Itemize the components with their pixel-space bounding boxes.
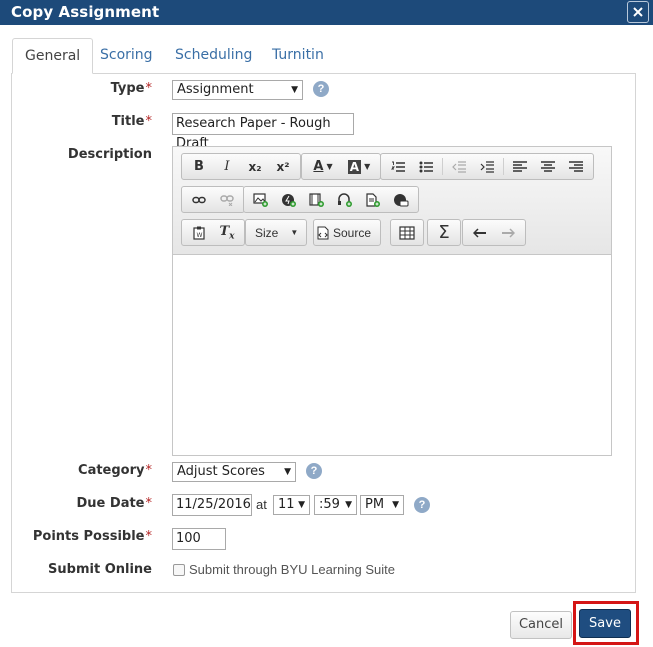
basic-style-group: B I x₂ x² xyxy=(181,153,301,180)
chevron-down-icon: ▼ xyxy=(392,500,399,510)
source-button[interactable]: Source xyxy=(313,219,382,246)
cancel-button[interactable]: Cancel xyxy=(510,611,572,639)
tab-scoring[interactable]: Scoring xyxy=(88,38,165,74)
undo-icon[interactable] xyxy=(466,221,494,244)
link-icon[interactable] xyxy=(185,188,213,211)
type-label: Type* xyxy=(110,81,152,96)
numbered-list-icon[interactable] xyxy=(384,155,412,178)
editor-content-area[interactable] xyxy=(173,256,611,455)
description-label: Description xyxy=(67,147,152,162)
color-group: A ▼ A ▼ xyxy=(301,153,381,180)
text-color-button[interactable]: A ▼ xyxy=(305,155,341,178)
points-label: Points Possible* xyxy=(32,529,152,544)
description-editor: B I x₂ x² A ▼ A ▼ W Tx Size ▼ Source Σ xyxy=(172,146,612,456)
insert-image-icon[interactable] xyxy=(247,188,275,211)
sigma-icon: Σ xyxy=(438,222,450,243)
tab-scheduling[interactable]: Scheduling xyxy=(163,38,264,74)
superscript-button[interactable]: x² xyxy=(269,155,297,178)
type-select[interactable]: Assignment ▼ xyxy=(172,80,303,100)
submit-online-checkbox[interactable] xyxy=(173,564,185,576)
svg-text:W: W xyxy=(197,232,203,239)
chevron-down-icon: ▼ xyxy=(345,500,352,510)
insert-document-icon[interactable] xyxy=(359,188,387,211)
category-select[interactable]: Adjust Scores ▼ xyxy=(172,462,296,482)
table-button[interactable] xyxy=(390,219,424,246)
chevron-down-icon: ▼ xyxy=(284,467,291,477)
type-help-icon[interactable]: ? xyxy=(313,81,329,97)
due-date-help-icon[interactable]: ? xyxy=(414,497,430,513)
italic-button[interactable]: I xyxy=(213,155,241,178)
chevron-down-icon: ▼ xyxy=(326,162,333,171)
title-label: Title* xyxy=(111,114,152,129)
close-icon xyxy=(633,7,643,17)
redo-icon[interactable] xyxy=(494,221,522,244)
category-help-icon[interactable]: ? xyxy=(306,463,322,479)
size-dropdown[interactable]: Size ▼ xyxy=(245,219,307,246)
remove-format-icon[interactable]: Tx xyxy=(213,221,241,244)
close-button[interactable] xyxy=(627,1,649,23)
submit-online-label: Submit Online xyxy=(48,562,152,577)
bold-button[interactable]: B xyxy=(185,155,213,178)
save-button[interactable]: Save xyxy=(579,609,631,638)
insert-embed-icon[interactable] xyxy=(387,188,415,211)
unlink-icon[interactable] xyxy=(213,188,241,211)
dialog-titlebar: Copy Assignment xyxy=(0,0,653,25)
points-input[interactable]: 100 xyxy=(172,528,226,550)
editor-toolbar: B I x₂ x² A ▼ A ▼ W Tx Size ▼ Source Σ xyxy=(173,147,611,255)
chevron-down-icon: ▼ xyxy=(290,228,299,237)
paste-word-icon[interactable]: W xyxy=(185,221,213,244)
insert-flash-icon[interactable] xyxy=(275,188,303,211)
chevron-down-icon: ▼ xyxy=(298,500,305,510)
due-date-input[interactable]: 11/25/2016 xyxy=(172,494,252,516)
background-color-button[interactable]: A ▼ xyxy=(341,155,377,178)
dialog-title: Copy Assignment xyxy=(11,3,160,21)
at-text: at xyxy=(256,497,267,512)
source-icon xyxy=(317,226,329,239)
category-label: Category* xyxy=(78,463,152,478)
table-icon xyxy=(393,221,421,244)
ampm-select[interactable]: PM ▼ xyxy=(360,495,404,515)
align-left-icon[interactable] xyxy=(506,155,534,178)
tab-general[interactable]: General xyxy=(12,38,94,74)
align-right-icon[interactable] xyxy=(562,155,590,178)
tab-turnitin[interactable]: Turnitin xyxy=(260,38,336,74)
align-center-icon[interactable] xyxy=(534,155,562,178)
paste-format-group: W Tx xyxy=(181,219,245,246)
outdent-icon[interactable] xyxy=(445,155,473,178)
math-button[interactable]: Σ xyxy=(427,219,461,246)
indent-icon[interactable] xyxy=(473,155,501,178)
insert-audio-icon[interactable] xyxy=(331,188,359,211)
due-date-label: Due Date* xyxy=(76,496,152,511)
chevron-down-icon: ▼ xyxy=(364,162,371,171)
title-input[interactable]: Research Paper - Rough Draft xyxy=(172,113,354,151)
list-indent-align-group xyxy=(380,153,594,180)
link-group xyxy=(181,186,245,213)
insert-video-icon[interactable] xyxy=(303,188,331,211)
hour-select[interactable]: 11 ▼ xyxy=(273,495,310,515)
chevron-down-icon: ▼ xyxy=(291,85,298,95)
submit-online-checkbox-label[interactable]: Submit through BYU Learning Suite xyxy=(189,562,395,577)
insert-media-group xyxy=(243,186,419,213)
subscript-button[interactable]: x₂ xyxy=(241,155,269,178)
bulleted-list-icon[interactable] xyxy=(412,155,440,178)
minute-select[interactable]: :59 ▼ xyxy=(314,495,357,515)
undo-redo-group xyxy=(462,219,526,246)
